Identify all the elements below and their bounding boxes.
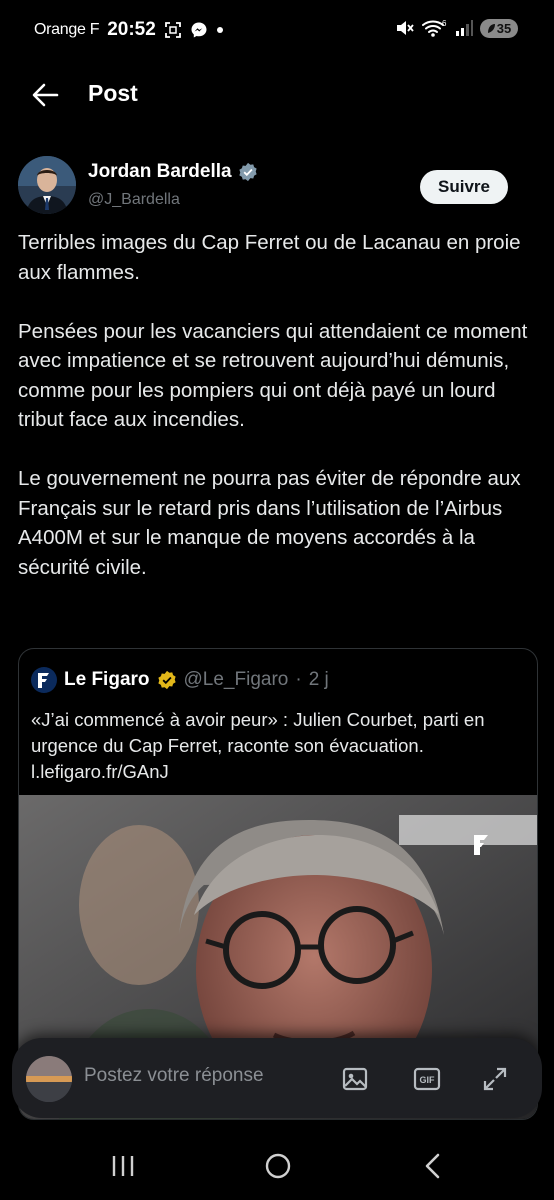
expand-composer-button[interactable] xyxy=(480,1064,510,1094)
post-text: Terribles images du Cap Ferret ou de Lac… xyxy=(18,228,542,612)
quoted-author-name: Le Figaro xyxy=(64,669,150,690)
page-title: Post xyxy=(88,80,138,106)
expand-icon xyxy=(483,1067,507,1091)
reply-composer: GIF xyxy=(12,1038,542,1118)
svg-text:GIF: GIF xyxy=(420,1075,436,1085)
add-image-button[interactable] xyxy=(340,1064,370,1094)
quoted-author-handle: @Le_Figaro xyxy=(183,669,289,690)
clock: 20:52 xyxy=(107,19,156,40)
post-paragraph: Le gouvernement ne pourra pas éviter de … xyxy=(18,467,521,579)
notification-dot-icon xyxy=(216,26,224,34)
battery-indicator: 35 xyxy=(480,18,518,38)
author-avatar[interactable] xyxy=(18,156,76,214)
screenshot-icon xyxy=(164,21,182,39)
status-bar: Orange F 20:52 6 35 xyxy=(0,0,554,62)
top-bar: Post xyxy=(0,62,554,126)
mute-icon xyxy=(395,19,415,37)
quoted-post-age: 2 j xyxy=(308,669,329,690)
messenger-icon xyxy=(190,21,208,39)
post-paragraph: Pensées pour les vacanciers qui attendai… xyxy=(18,319,528,432)
nav-back-icon xyxy=(425,1153,440,1179)
author-handle: @J_Bardella xyxy=(88,191,180,208)
reply-input[interactable] xyxy=(82,1064,316,1088)
verified-gold-badge-icon xyxy=(157,670,176,690)
back-button[interactable] xyxy=(30,80,64,110)
user-avatar xyxy=(26,1056,72,1102)
battery-saver-leaf-icon xyxy=(487,23,495,33)
recents-button[interactable] xyxy=(103,1150,143,1182)
signal-icon xyxy=(455,19,473,37)
back-arrow-icon xyxy=(32,83,59,107)
quoted-post-text: «J’ai commencé à avoir peur» : Julien Co… xyxy=(31,709,485,782)
follow-button[interactable]: Suivre xyxy=(420,170,508,204)
home-button[interactable] xyxy=(258,1150,298,1182)
author-name: Jordan Bardella xyxy=(88,161,232,182)
author-name-row[interactable]: Jordan Bardella xyxy=(88,161,258,183)
system-back-button[interactable] xyxy=(413,1150,453,1182)
add-gif-button[interactable]: GIF xyxy=(412,1064,442,1094)
quoted-author-avatar xyxy=(31,667,57,693)
post-paragraph: Terribles images du Cap Ferret ou de Lac… xyxy=(18,231,521,284)
image-icon xyxy=(342,1067,368,1091)
recents-icon xyxy=(112,1156,134,1176)
carrier-name: Orange F xyxy=(34,21,100,38)
wifi-icon: 6 xyxy=(422,18,448,38)
verified-badge-icon xyxy=(238,162,257,182)
battery-level: 35 xyxy=(496,20,512,36)
svg-text:6: 6 xyxy=(442,19,447,28)
post-author: Jordan Bardella @J_Bardella Suivre xyxy=(18,156,538,218)
home-icon xyxy=(265,1153,291,1179)
gif-icon: GIF xyxy=(413,1067,441,1091)
dot-separator: · xyxy=(295,669,302,690)
system-nav-bar xyxy=(0,1130,554,1200)
